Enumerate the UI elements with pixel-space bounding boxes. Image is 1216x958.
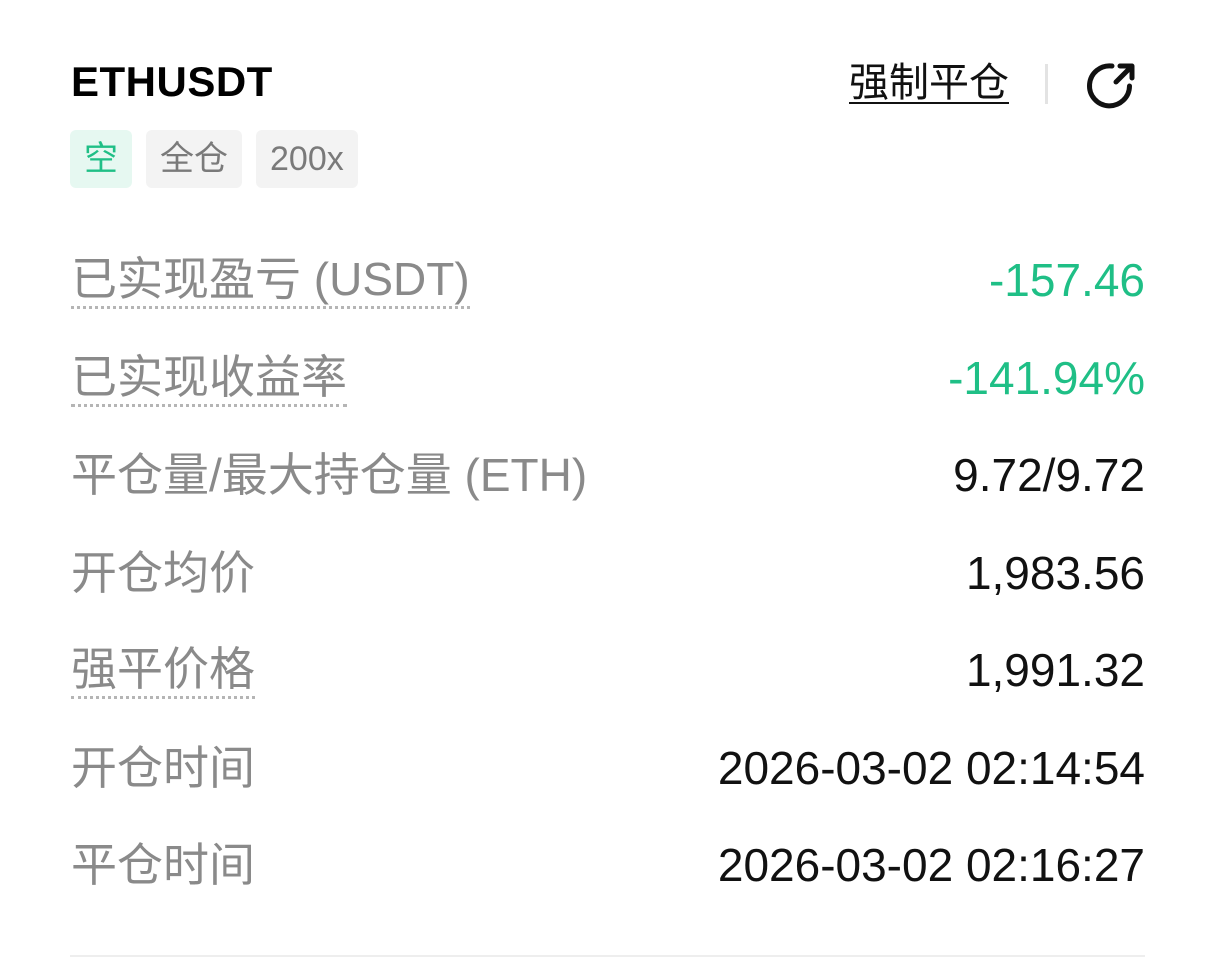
header-divider [1045, 64, 1048, 104]
force-close-link[interactable]: 强制平仓 [849, 58, 1009, 108]
close-time-value: 2026-03-02 02:16:27 [717, 839, 1145, 891]
row-realized-roi: 已实现收益率 -141.94% [70, 330, 1145, 428]
open-time-value: 2026-03-02 02:14:54 [717, 741, 1145, 794]
share-icon [1087, 63, 1135, 109]
row-entry-price: 开仓均价 1,983.56 [70, 525, 1145, 623]
side-tag: 空 [70, 130, 132, 188]
close-time-label: 平仓时间 [71, 839, 255, 891]
position-tags: 空 全仓 200x [70, 130, 358, 188]
symbol-title: ETHUSDT [71, 58, 273, 105]
realized-pnl-label[interactable]: 已实现盈亏 (USDT) [71, 252, 470, 309]
realized-pnl-value: -157.46 [988, 254, 1145, 306]
position-history-card: ETHUSDT 强制平仓 空 全仓 200x 已实现盈亏 (USDT) -157… [70, 0, 1145, 958]
details-list: 已实现盈亏 (USDT) -157.46 已实现收益率 -141.94% 平仓量… [70, 232, 1145, 915]
realized-roi-value: -141.94% [948, 351, 1145, 404]
closed-size-value: 9.72/9.72 [953, 449, 1145, 501]
share-button[interactable] [1082, 56, 1142, 116]
row-liquidation-price: 强平价格 1,991.32 [70, 622, 1145, 720]
row-realized-pnl: 已实现盈亏 (USDT) -157.46 [70, 232, 1145, 330]
bottom-divider [70, 955, 1145, 957]
row-open-time: 开仓时间 2026-03-02 02:14:54 [70, 720, 1145, 818]
leverage-tag: 200x [256, 130, 358, 188]
open-time-label: 开仓时间 [71, 741, 255, 794]
card-header: ETHUSDT 强制平仓 [70, 52, 1145, 116]
realized-roi-label[interactable]: 已实现收益率 [71, 350, 347, 407]
row-close-time: 平仓时间 2026-03-02 02:16:27 [70, 817, 1145, 915]
liquidation-price-label[interactable]: 强平价格 [71, 642, 255, 699]
margin-mode-tag: 全仓 [146, 130, 242, 188]
row-closed-size: 平仓量/最大持仓量 (ETH) 9.72/9.72 [70, 427, 1145, 525]
entry-price-value: 1,983.56 [965, 546, 1145, 599]
closed-size-label: 平仓量/最大持仓量 (ETH) [71, 449, 588, 501]
liquidation-price-value: 1,991.32 [965, 644, 1145, 696]
entry-price-label: 开仓均价 [71, 546, 255, 599]
